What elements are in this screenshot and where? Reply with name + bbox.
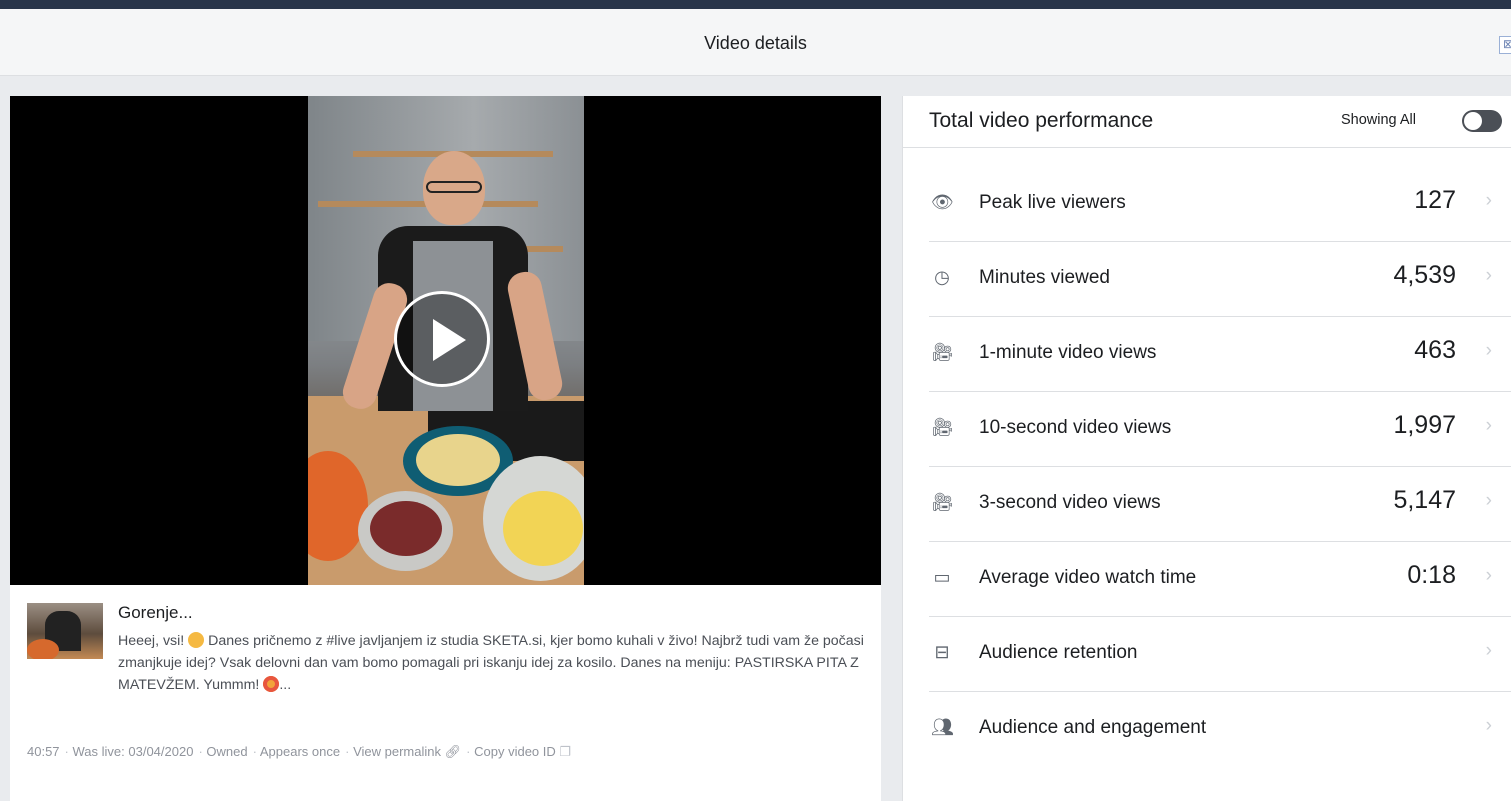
dialog-header: Video details ⊠ [0, 9, 1511, 76]
chevron-right-icon: › [1485, 340, 1492, 361]
metric-minutes-viewed[interactable]: ◷ Minutes viewed 4,539 › [929, 241, 1511, 317]
metric-peak-live-viewers[interactable]: 👁︎ Peak live viewers 127 › [929, 166, 1511, 242]
copy-icon[interactable]: ❐ [559, 744, 571, 759]
metric-label: Audience retention [979, 642, 1138, 663]
metric-label: Peak live viewers [979, 192, 1126, 213]
post-desc-ellipsis: ... [279, 677, 292, 693]
metric-value: 1,997 [1393, 411, 1456, 439]
eye-icon: 👁︎ [931, 192, 954, 212]
showing-all-toggle[interactable] [1462, 110, 1502, 132]
clock-icon: ◷ [934, 267, 950, 287]
close-icon[interactable]: ⊠ [1499, 36, 1511, 54]
post-title[interactable]: Gorenje... [118, 603, 193, 623]
video-camera-icon: 🎥︎ [931, 342, 954, 362]
post-info: Gorenje... Heeej, vsi! Danes pričnemo z … [10, 585, 881, 801]
video-panel: Gorenje... Heeej, vsi! Danes pričnemo z … [10, 96, 881, 801]
video-player[interactable] [10, 96, 881, 585]
metric-10-second-views[interactable]: 🎥︎ 10-second video views 1,997 › [929, 391, 1511, 467]
chevron-right-icon: › [1485, 490, 1492, 511]
metric-average-watch-time[interactable]: ▭ Average video watch time 0:18 › [929, 541, 1511, 617]
owned-label: Owned [206, 744, 248, 759]
heart-eyes-emoji-icon [263, 676, 280, 692]
film-strip-icon: ⊟ [934, 642, 950, 662]
clapping-hands-icon [188, 632, 205, 648]
was-live-date: Was live: 03/04/2020 [72, 744, 194, 759]
video-duration: 40:57 [27, 744, 60, 759]
metric-1-minute-views[interactable]: 🎥︎ 1-minute video views 463 › [929, 316, 1511, 392]
post-thumbnail[interactable] [27, 603, 103, 659]
metric-value: 463 [1414, 336, 1456, 364]
metric-value: 5,147 [1393, 486, 1456, 514]
metric-label: 10-second video views [979, 417, 1172, 438]
metric-3-second-views[interactable]: 🎥︎ 3-second video views 5,147 › [929, 466, 1511, 542]
metric-audience-retention[interactable]: ⊟ Audience retention › [929, 616, 1511, 692]
video-camera-icon: 🎥︎ [931, 492, 954, 512]
metric-label: Average video watch time [979, 567, 1197, 588]
video-outline-icon: ▭ [933, 567, 951, 587]
dialog-title: Video details [704, 33, 807, 53]
chevron-right-icon: › [1485, 715, 1492, 736]
performance-header: Total video performance Showing All [903, 96, 1511, 148]
metric-audience-engagement[interactable]: 👥︎ Audience and engagement › [929, 691, 1511, 766]
video-camera-icon: 🎥︎ [931, 417, 954, 437]
play-icon[interactable] [394, 291, 490, 387]
chevron-right-icon: › [1485, 565, 1492, 586]
metric-value: 127 [1414, 186, 1456, 214]
chevron-right-icon: › [1485, 265, 1492, 286]
top-bar [0, 0, 1511, 9]
appears-label: Appears once [259, 744, 341, 759]
chevron-right-icon: › [1485, 415, 1492, 436]
view-permalink-link[interactable]: View permalink [353, 744, 441, 759]
copy-video-id-link[interactable]: Copy video ID [474, 744, 556, 759]
post-desc-body: Danes pričnemo z #live javljanjem iz stu… [118, 633, 864, 693]
post-meta: 40:57 · Was live: 03/04/2020 · Owned · Appe… [27, 744, 572, 759]
people-icon: 👥︎ [931, 717, 954, 737]
showing-all-label: Showing All [1341, 112, 1416, 128]
metric-label: Audience and engagement [979, 717, 1207, 738]
chevron-right-icon: › [1485, 190, 1492, 211]
performance-panel: Total video performance Showing All 👁︎ P… [902, 96, 1511, 801]
post-desc-greeting: Heeej, vsi! [118, 633, 185, 649]
metric-label: Minutes viewed [979, 267, 1110, 288]
performance-title: Total video performance [929, 109, 1154, 132]
metric-label: 3-second video views [979, 492, 1161, 513]
link-icon: 🔗︎ [444, 744, 462, 759]
toggle-knob [1464, 112, 1482, 130]
chevron-right-icon: › [1485, 640, 1492, 661]
metric-value: 0:18 [1407, 561, 1456, 589]
metric-value: 4,539 [1393, 261, 1456, 289]
post-description: Heeej, vsi! Danes pričnemo z #live javlj… [118, 630, 870, 712]
metric-label: 1-minute video views [979, 342, 1157, 363]
